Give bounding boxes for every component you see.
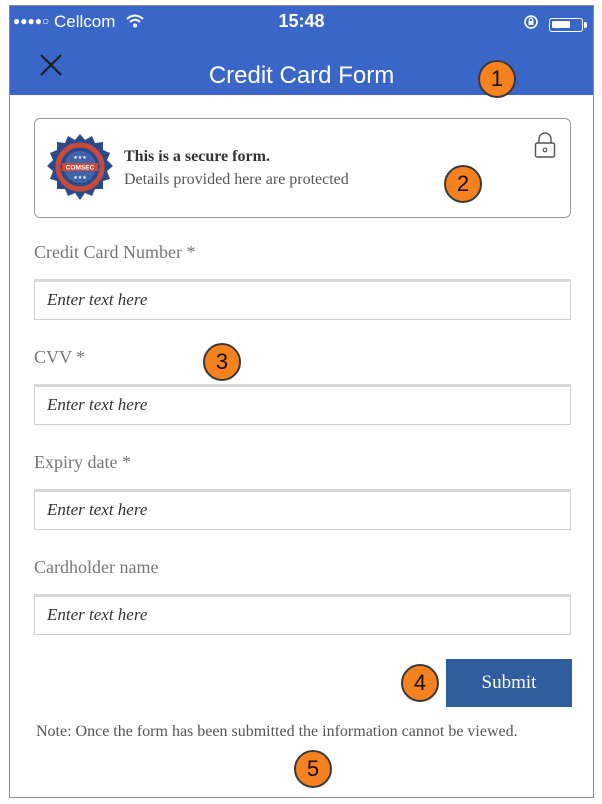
cvv-label: CVV * <box>34 347 86 367</box>
submit-button[interactable]: Submit <box>446 659 572 707</box>
card-number-input[interactable]: Enter text here <box>34 279 571 320</box>
security-seal-icon: COMSEC ★★★ ★★★ <box>47 134 113 200</box>
lock-icon <box>534 132 556 158</box>
status-bar: ●●●●○ Cellcom 15:48 <box>10 6 593 38</box>
annotation-badge-2: 2 <box>444 165 482 203</box>
annotation-badge-1: 1 <box>478 60 516 98</box>
header-bar: ●●●●○ Cellcom 15:48 Credit Card Form 1 <box>10 6 593 98</box>
submission-note: Note: Once the form has been submitted t… <box>36 723 518 740</box>
phone-frame: ●●●●○ Cellcom 15:48 Credit Card Form 1 C… <box>9 5 594 798</box>
svg-text:★★★: ★★★ <box>73 155 87 161</box>
battery-icon <box>549 17 587 32</box>
svg-text:★★★: ★★★ <box>73 175 87 181</box>
card-number-label: Credit Card Number * <box>34 242 196 262</box>
status-time: 15:48 <box>278 11 325 31</box>
annotation-badge-5: 5 <box>294 750 332 788</box>
annotation-badge-4: 4 <box>401 664 439 702</box>
expiry-date-label: Expiry date * <box>34 452 131 472</box>
secure-form-notice: COMSEC ★★★ ★★★ This is a secure form. De… <box>34 118 571 218</box>
expiry-date-input[interactable]: Enter text here <box>34 489 571 530</box>
status-right <box>523 14 587 35</box>
annotation-badge-3: 3 <box>203 343 241 381</box>
cvv-input[interactable]: Enter text here <box>34 384 571 425</box>
secure-notice-description: Details provided here are protected <box>124 171 349 188</box>
cardholder-name-label: Cardholder name <box>34 557 159 577</box>
cardholder-name-input[interactable]: Enter text here <box>34 594 571 635</box>
secure-notice-title: This is a secure form. <box>124 148 270 165</box>
svg-text:COMSEC: COMSEC <box>66 165 95 172</box>
rotation-lock-icon <box>523 14 539 35</box>
